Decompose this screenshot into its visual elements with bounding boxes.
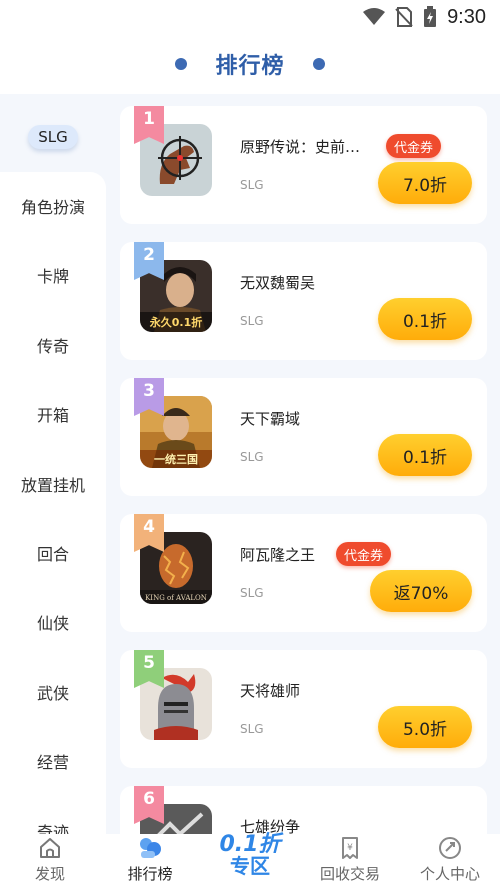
special-zone-line1: 0.1折 — [219, 832, 281, 857]
game-name: 天下霸域 — [240, 410, 301, 428]
tab-label: 排行榜 — [127, 865, 173, 883]
recycle-trade-icon: ¥ — [342, 837, 358, 859]
game-tag: SLG — [240, 314, 264, 328]
sidebar-item-5[interactable]: 放置挂机 — [0, 449, 106, 518]
home-icon — [40, 838, 60, 858]
game-tag: SLG — [240, 178, 264, 192]
game-name: 天将雄师 — [240, 682, 301, 700]
icon-caption: KING of AVALON — [145, 594, 207, 602]
sidebar-item-label: 卡牌 — [36, 267, 69, 287]
coupon-badge: 代金券 — [336, 542, 392, 566]
wifi-icon — [363, 8, 386, 25]
tab-label: 发现 — [34, 865, 65, 883]
sidebar-item-8[interactable]: 武侠 — [0, 657, 106, 726]
icon-caption: 一统三国 — [154, 452, 198, 466]
game-card[interactable]: 1 原野传说：史前… 代金券 SLG 7.0折 — [120, 106, 487, 224]
sidebar-item-10[interactable]: 奇迹 — [0, 796, 106, 834]
ranking-list[interactable]: 1 原野传说：史前… 代金券 SLG 7.0折 2 永久0.1折 无双魏蜀吴 SLG 0.1折 3 一… — [106, 94, 500, 834]
sidebar-item-1[interactable]: 角色扮演 — [0, 171, 106, 240]
sidebar-item-label: 开箱 — [36, 406, 69, 426]
tab-ranking[interactable]: 排行榜 — [100, 835, 200, 884]
category-sidebar: SLG 角色扮演卡牌传奇开箱放置挂机回合仙侠武侠经营奇迹 — [0, 94, 106, 834]
sidebar-item-9[interactable]: 经营 — [0, 727, 106, 796]
coupon-badge: 代金券 — [386, 134, 442, 158]
sidebar-item-6[interactable]: 回合 — [0, 518, 106, 587]
svg-text:¥: ¥ — [347, 843, 353, 853]
page-header: 排行榜 — [0, 34, 500, 94]
game-name: 原野传说：史前… — [240, 138, 361, 156]
header-dot-left — [175, 58, 188, 70]
ranking-icon — [140, 838, 161, 858]
tab-discover[interactable]: 发现 — [0, 835, 100, 884]
game-card[interactable]: 2 永久0.1折 无双魏蜀吴 SLG 0.1折 — [120, 242, 487, 360]
sidebar-item-label: 角色扮演 — [20, 198, 85, 218]
status-bar: 9:30 — [0, 0, 500, 34]
sidebar-item-label: 回合 — [36, 545, 69, 565]
header-dot-right — [312, 58, 325, 70]
discount-button[interactable]: 返70% — [370, 570, 472, 612]
no-sim-icon — [395, 7, 413, 27]
game-name: 无双魏蜀吴 — [240, 274, 316, 292]
game-name: 阿瓦隆之王 — [240, 546, 316, 564]
battery-charging-icon — [424, 6, 437, 27]
icon-caption: 永久0.1折 — [149, 315, 203, 329]
game-tag: SLG — [240, 586, 264, 600]
discount-button[interactable]: 5.0折 — [378, 706, 472, 748]
sidebar-item-label: 放置挂机 — [20, 475, 85, 495]
tab-special-zone[interactable]: 0.1折 专区 — [214, 822, 286, 888]
sidebar-item-3[interactable]: 传奇 — [0, 310, 106, 379]
game-tag: SLG — [240, 450, 264, 464]
discount-button[interactable]: 7.0折 — [378, 162, 472, 204]
game-card[interactable]: 6七雄纷争SLG — [120, 786, 487, 834]
tab-label: 个人中心 — [419, 865, 480, 883]
sidebar-item-4[interactable]: 开箱 — [0, 380, 106, 449]
sidebar-item-7[interactable]: 仙侠 — [0, 588, 106, 657]
discount-button[interactable]: 0.1折 — [378, 298, 472, 340]
sidebar-item-2[interactable]: 卡牌 — [0, 241, 106, 310]
page-title: 排行榜 — [215, 54, 285, 79]
tab-profile[interactable]: 个人中心 — [400, 835, 500, 884]
profile-icon — [439, 837, 461, 859]
game-tag: SLG — [240, 722, 264, 736]
sidebar-item-label: 仙侠 — [36, 614, 69, 634]
sidebar-item-label: 武侠 — [36, 683, 69, 703]
special-zone-line2: 专区 — [230, 854, 270, 878]
discount-button[interactable]: 0.1折 — [378, 434, 472, 476]
status-time: 9:30 — [447, 5, 486, 28]
sidebar-item-0[interactable]: SLG — [0, 102, 106, 172]
tab-recycle-trade[interactable]: ¥ 回收交易 — [300, 835, 400, 884]
tab-label: 回收交易 — [319, 865, 380, 883]
game-card[interactable]: 3 一统三国 天下霸域 SLG 0.1折 — [120, 378, 487, 496]
sidebar-item-label: SLG — [28, 124, 78, 149]
game-card[interactable]: 4 KING of AVALON 阿瓦隆之王 代金券 SLG 返70% — [120, 514, 487, 632]
sidebar-item-label: 传奇 — [36, 336, 69, 356]
sidebar-item-label: 经营 — [36, 753, 69, 773]
sidebar-item-label: 奇迹 — [36, 822, 69, 834]
game-card[interactable]: 5 天将雄师 SLG 5.0折 — [120, 650, 487, 768]
